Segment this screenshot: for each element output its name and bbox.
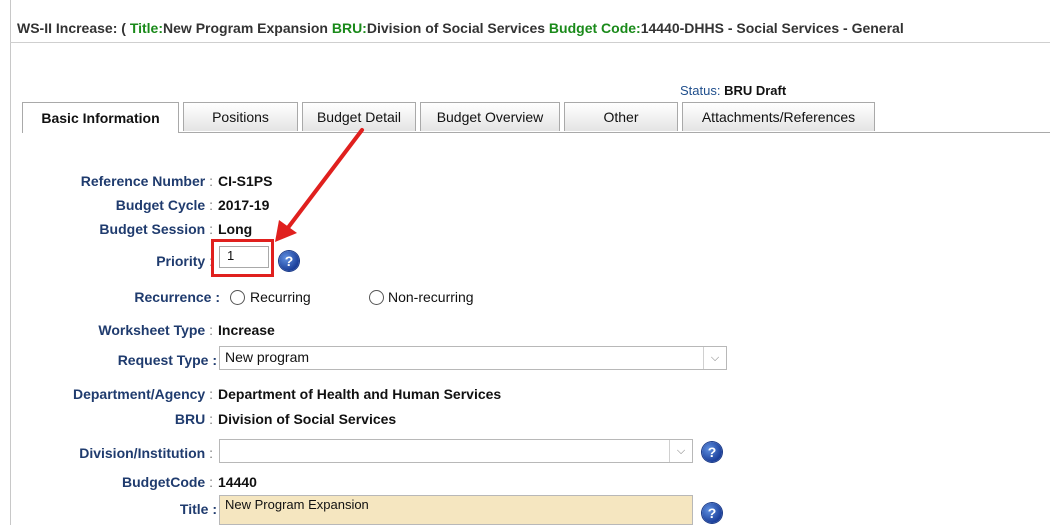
tab-positions[interactable]: Positions <box>183 102 298 131</box>
budget-code-label: BudgetCode : <box>122 474 213 490</box>
non-recurring-radio[interactable] <box>369 290 384 305</box>
title-input[interactable]: New Program Expansion <box>219 495 693 525</box>
department-agency-label: Department/Agency : <box>72 386 213 402</box>
tab-other[interactable]: Other <box>564 102 678 131</box>
priority-label: Priority : <box>156 253 213 269</box>
tab-basic-information[interactable]: Basic Information <box>22 102 179 133</box>
chevron-down-icon: ⌵ <box>703 347 726 369</box>
non-recurring-option-label: Non-recurring <box>388 289 474 305</box>
request-type-select[interactable]: New program ⌵ <box>219 346 727 370</box>
priority-highlight-box <box>211 239 274 277</box>
worksheet-type-value: Increase <box>218 322 275 338</box>
recurring-option-label: Recurring <box>250 289 311 305</box>
reference-number-value: CI-S1PS <box>218 173 273 189</box>
division-institution-label: Division/Institution : <box>79 445 213 461</box>
chevron-down-icon: ⌵ <box>669 440 692 462</box>
help-icon[interactable]: ? <box>702 442 722 462</box>
title-label: Title : <box>179 501 217 517</box>
window-title: WS-II Increase: ( Title:New Program Expa… <box>17 20 904 36</box>
request-type-label: Request Type : <box>117 352 217 368</box>
recurring-radio[interactable] <box>230 290 245 305</box>
budget-session-label: Budget Session : <box>99 221 213 237</box>
status-indicator: Status: BRU Draft <box>680 83 787 98</box>
budget-code-value: 14440 <box>218 474 257 490</box>
tab-attachments-references[interactable]: Attachments/References <box>682 102 875 131</box>
help-icon[interactable]: ? <box>702 503 722 523</box>
budget-session-value: Long <box>218 221 253 237</box>
bru-label: BRU : <box>174 411 213 427</box>
tab-budget-overview[interactable]: Budget Overview <box>420 102 560 131</box>
division-institution-select[interactable]: ⌵ <box>219 439 693 463</box>
window-title-bar: WS-II Increase: ( Title:New Program Expa… <box>10 0 1050 43</box>
tab-budget-detail[interactable]: Budget Detail <box>302 102 416 131</box>
budget-cycle-value: 2017-19 <box>218 197 270 213</box>
bru-value: Division of Social Services <box>218 411 397 427</box>
recurrence-label: Recurrence : <box>134 289 220 305</box>
help-icon[interactable]: ? <box>279 251 299 271</box>
worksheet-type-label: Worksheet Type : <box>98 322 213 338</box>
department-agency-value: Department of Health and Human Services <box>218 386 502 402</box>
reference-number-label: Reference Number : <box>80 173 213 189</box>
budget-cycle-label: Budget Cycle : <box>115 197 213 213</box>
